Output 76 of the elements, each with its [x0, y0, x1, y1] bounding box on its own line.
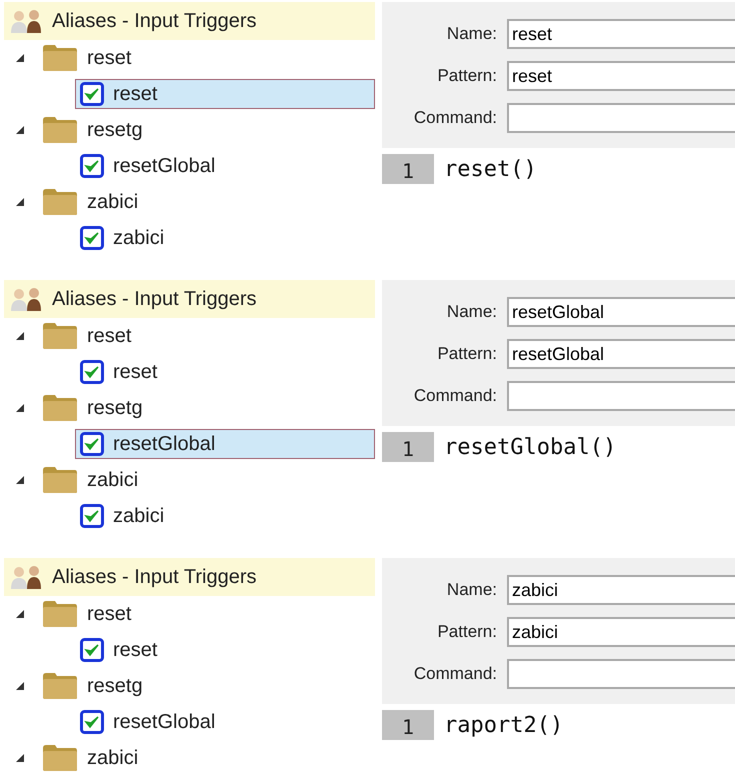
checkbox-icon[interactable] [80, 638, 104, 662]
expand-arrow-icon[interactable] [14, 402, 26, 414]
folder-label[interactable]: zabici [87, 190, 138, 214]
tree-item[interactable]: zabici [75, 501, 375, 531]
tree-item[interactable]: resetGlobal [75, 429, 375, 459]
field-label: Pattern: [436, 66, 497, 86]
code-line: raport2() [444, 712, 564, 738]
field-label: Command: [412, 386, 497, 406]
folder-label[interactable]: zabici [87, 746, 138, 770]
people-icon [10, 8, 44, 34]
checkbox-icon[interactable] [80, 432, 104, 456]
code-editor[interactable]: 1 reset() [382, 148, 735, 258]
tree-title: Aliases - Input Triggers [52, 10, 257, 32]
tree-item[interactable]: reset [75, 635, 375, 665]
code-editor[interactable]: 1 resetGlobal() [382, 426, 735, 536]
people-icon [10, 564, 44, 590]
input-field[interactable] [507, 659, 735, 689]
tree-item[interactable]: reset [75, 357, 375, 387]
input-field[interactable]: zabici [507, 575, 735, 605]
field-label: Pattern: [436, 344, 497, 364]
input-field[interactable]: reset [507, 61, 735, 91]
checkbox-icon[interactable] [80, 82, 104, 106]
expand-arrow-icon[interactable] [14, 680, 26, 692]
checkbox-icon[interactable] [80, 154, 104, 178]
line-number: 1 [382, 432, 434, 462]
folder-label[interactable]: reset [87, 46, 132, 70]
tree-item[interactable]: zabici [75, 223, 375, 253]
field-label: Name: [446, 580, 497, 600]
folder-icon [42, 744, 78, 772]
input-field[interactable]: reset [507, 19, 735, 49]
expand-arrow-icon[interactable] [14, 608, 26, 620]
tree-title: Aliases - Input Triggers [52, 566, 257, 588]
folder-label[interactable]: resetg [87, 118, 143, 142]
tree-item[interactable]: resetGlobal [75, 707, 375, 737]
folder-icon [42, 322, 78, 350]
input-field[interactable] [507, 381, 735, 411]
expand-arrow-icon[interactable] [14, 752, 26, 764]
expand-arrow-icon[interactable] [14, 124, 26, 136]
folder-label[interactable]: zabici [87, 468, 138, 492]
input-field[interactable]: resetGlobal [507, 339, 735, 369]
folder-icon [42, 116, 78, 144]
code-line: resetGlobal() [444, 434, 616, 460]
folder-label[interactable]: reset [87, 324, 132, 348]
folder-icon [42, 672, 78, 700]
field-label: Name: [446, 302, 497, 322]
input-field[interactable]: resetGlobal [507, 297, 735, 327]
line-number: 1 [382, 154, 434, 184]
checkbox-icon[interactable] [80, 504, 104, 528]
expand-arrow-icon[interactable] [14, 52, 26, 64]
expand-arrow-icon[interactable] [14, 196, 26, 208]
field-label: Command: [412, 108, 497, 128]
checkbox-icon[interactable] [80, 226, 104, 250]
folder-icon [42, 188, 78, 216]
input-field[interactable]: zabici [507, 617, 735, 647]
checkbox-icon[interactable] [80, 710, 104, 734]
folder-icon [42, 600, 78, 628]
code-editor[interactable]: 1 raport2() [382, 704, 735, 778]
folder-icon [42, 394, 78, 422]
expand-arrow-icon[interactable] [14, 330, 26, 342]
expand-arrow-icon[interactable] [14, 474, 26, 486]
folder-icon [42, 44, 78, 72]
field-label: Name: [446, 24, 497, 44]
folder-label[interactable]: reset [87, 602, 132, 626]
folder-label[interactable]: resetg [87, 674, 143, 698]
folder-label[interactable]: resetg [87, 396, 143, 420]
tree-title: Aliases - Input Triggers [52, 288, 257, 310]
checkbox-icon[interactable] [80, 360, 104, 384]
field-label: Pattern: [436, 622, 497, 642]
tree-item[interactable]: reset [75, 79, 375, 109]
people-icon [10, 286, 44, 312]
folder-icon [42, 466, 78, 494]
input-field[interactable] [507, 103, 735, 133]
line-number: 1 [382, 710, 434, 740]
field-label: Command: [412, 664, 497, 684]
tree-item[interactable]: resetGlobal [75, 151, 375, 181]
code-line: reset() [444, 156, 537, 182]
